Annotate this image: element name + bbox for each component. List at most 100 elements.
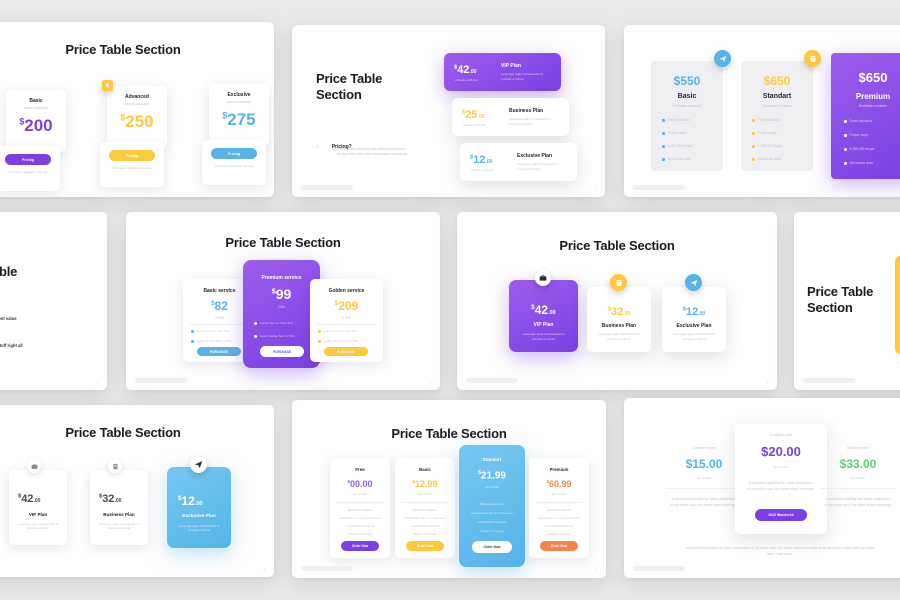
price-value: 32	[102, 493, 115, 505]
order-now-button[interactable]: Order Now	[406, 541, 444, 551]
order-now-button[interactable]: Order Now	[472, 541, 512, 553]
slide-2-footer-bar	[301, 185, 353, 190]
slide-5-card-golden[interactable]: Golden service $209 2 Gbit Lorem Text in…	[310, 279, 383, 362]
wonderful-button[interactable]: 2022 Wonderful	[755, 509, 807, 521]
row-plan: Business Plan	[509, 108, 544, 114]
slide-5[interactable]: Price Table Section Basic service $82 2 …	[126, 212, 440, 390]
price-value: 42	[534, 303, 549, 317]
slide-7-footer-bar	[803, 378, 855, 383]
slide-5-footer-bar	[135, 378, 187, 383]
price-value: 21.99	[480, 470, 506, 482]
feature-label: Smart decision	[849, 119, 872, 123]
plan-sub: Profitable contents	[858, 104, 888, 108]
plan-name: Exclusive Plan	[182, 514, 216, 519]
purchase-button[interactable]: PURCHASE	[260, 346, 304, 357]
slide-2-row-business[interactable]: $25.00 Already with tax Business Plan Le…	[452, 98, 569, 136]
slide-1-card-exclusive[interactable]: Exclusive secret package $275	[209, 84, 269, 146]
feature-label: Possession of my entire soul	[538, 516, 580, 520]
slide-8-card-business[interactable]: $32.00 Business Plan Leverage agile fram…	[90, 470, 148, 545]
feature-label: 5,295,450 target	[667, 144, 693, 148]
feature-label: Smart decision	[667, 118, 690, 122]
price-value: 12	[685, 306, 699, 318]
slide-3-card-standart[interactable]: $650 Standart Profitable contents Smart …	[741, 61, 813, 171]
plan-price: $33.00	[839, 457, 877, 471]
feature-item: Learn Some Text in This	[318, 339, 359, 344]
slide-6-card-exclusive[interactable]: $12.00 Exclusive Plan Leverage agile fra…	[662, 287, 726, 352]
bullet-dot	[662, 145, 665, 148]
slide-10[interactable]: Creative plan $15.00 per month A wonderf…	[624, 398, 900, 578]
plan-sub: secret package	[124, 102, 150, 106]
feature-label: Sweet mornings	[547, 532, 571, 536]
slide-10-card-right[interactable]: Creative plan $33.00 per month A wonderf…	[806, 438, 900, 543]
slide-6-card-vip[interactable]: $42.00 VIP Plan Leverage agile framework…	[509, 280, 578, 352]
slide-3-badge-basic	[714, 50, 731, 67]
bullet-dot	[752, 158, 755, 161]
bullet-dot	[844, 148, 847, 151]
slide-9-title: Price Table Section	[391, 426, 507, 441]
paper-plane-icon	[690, 279, 697, 286]
feature-label: Business feature	[348, 508, 372, 512]
price-value: 82	[214, 299, 228, 313]
bookmark-badge	[102, 80, 113, 91]
pricing-button[interactable]: Pricing	[5, 154, 51, 165]
note-icon	[810, 55, 815, 62]
feature-item: Worldwide data	[844, 161, 873, 166]
slide-3-card-premium[interactable]: BEST DEAL $650 Premium Profitable conten…	[831, 53, 900, 179]
price-cents: .00	[698, 311, 706, 317]
slide-6[interactable]: Price Table Section $42.00 VIP Plan Leve…	[457, 212, 777, 390]
plan-price: $250	[107, 113, 167, 130]
slide-1-card-basic[interactable]: Basic secret package $200	[6, 90, 66, 152]
plan-price: $12.00	[178, 494, 203, 508]
plan-price: $42.00	[18, 493, 40, 505]
slide-9-card-premium[interactable]: Premium $60.99 per month Business featur…	[529, 458, 589, 558]
slide-7[interactable]: Price Table Section	[794, 212, 900, 390]
order-now-button[interactable]: Order Now	[341, 541, 379, 551]
bullet-dot	[752, 132, 755, 135]
slide-9-card-standart[interactable]: Standart $21.99 per month Business featu…	[459, 445, 525, 567]
pricing-button[interactable]: Pricing	[109, 150, 155, 161]
slide-8-card-exclusive[interactable]: $12.00 Exclusive Plan Leverage agile fra…	[167, 467, 231, 548]
slide-2[interactable]: Price Table Section 1 Pricing? A wonderf…	[292, 25, 605, 197]
slide-8-card-vip[interactable]: $42.00 VIP Plan Leverage agile framework…	[9, 470, 67, 545]
feature-item: Proper ways	[752, 131, 776, 136]
slide-6-card-business[interactable]: $32.00 Business Plan Leverage agile fram…	[587, 287, 651, 352]
slide-1[interactable]: Price Table Section Basic secret package…	[0, 22, 274, 197]
slide-1-card-advanced[interactable]: Advanced secret package $250	[102, 80, 167, 148]
slide-9[interactable]: Price Table Section Free $00.00 per mont…	[292, 400, 606, 578]
plan-name: Golden service	[328, 288, 365, 294]
slide-2-row-vip[interactable]: $42.00 Already with tax VIP Plan Leverag…	[444, 53, 561, 91]
feature-label: Possession of my entire soul	[471, 511, 513, 515]
slide-5-card-premium[interactable]: Premium service $99 Gbit Lorem Text in T…	[243, 260, 320, 368]
slide-6-footer-num: •	[766, 379, 768, 384]
feature-label: Worldwide data	[849, 161, 873, 165]
slide-2-row-exclusive[interactable]: $12.00 Already with tax Exclusive Plan L…	[460, 143, 577, 181]
plan-body: A wonderful serenity has taken possessio…	[824, 497, 892, 508]
purchase-button[interactable]: PURCHASE	[324, 347, 368, 356]
plan-desc: Leverage agile frameworks to provide a r…	[98, 522, 140, 531]
plan-price: $42.00	[509, 304, 578, 317]
slide-3-card-basic[interactable]: $550 Basic Profitable contents Smart dec…	[651, 61, 723, 171]
slide-3[interactable]: $550 Basic Profitable contents Smart dec…	[624, 25, 900, 197]
feature-label: 5,295,450 target	[849, 147, 875, 151]
order-now-button[interactable]: Order Now	[540, 541, 578, 551]
bullet-dot	[662, 158, 665, 161]
purchase-button-label: PURCHASE	[273, 349, 291, 354]
plan-note: Promemo lagacoul. De ola	[215, 164, 253, 168]
price-value: 200	[24, 116, 53, 135]
note-icon	[616, 279, 621, 286]
slide-8[interactable]: Price Table Section $42.00 VIP Plan Leve…	[0, 405, 274, 577]
feature-label: Learn Some Text in This	[324, 339, 359, 343]
row-price: $12.00	[470, 154, 492, 166]
slide-8-badge-vip	[27, 459, 41, 473]
slide-9-card-free[interactable]: Free $00.00 per month Business feature P…	[330, 458, 390, 558]
slide-9-card-basic[interactable]: Basic $12.99 per month Business feature …	[395, 458, 455, 558]
slide-4[interactable]: Price Table Section Amazing content valu…	[0, 212, 107, 390]
feature-item: Lorem Text in This Text	[191, 329, 230, 334]
order-now-label: Order Now	[351, 544, 369, 548]
plan-price: $60.99	[529, 479, 589, 489]
slide-gallery: Price Table Section Basic secret package…	[0, 0, 900, 600]
plan-name: Basic	[677, 93, 697, 100]
purchase-button[interactable]: PURCHASE	[197, 347, 241, 356]
pricing-button[interactable]: Pricing	[211, 148, 257, 159]
feature-label: Proper ways	[667, 131, 687, 135]
